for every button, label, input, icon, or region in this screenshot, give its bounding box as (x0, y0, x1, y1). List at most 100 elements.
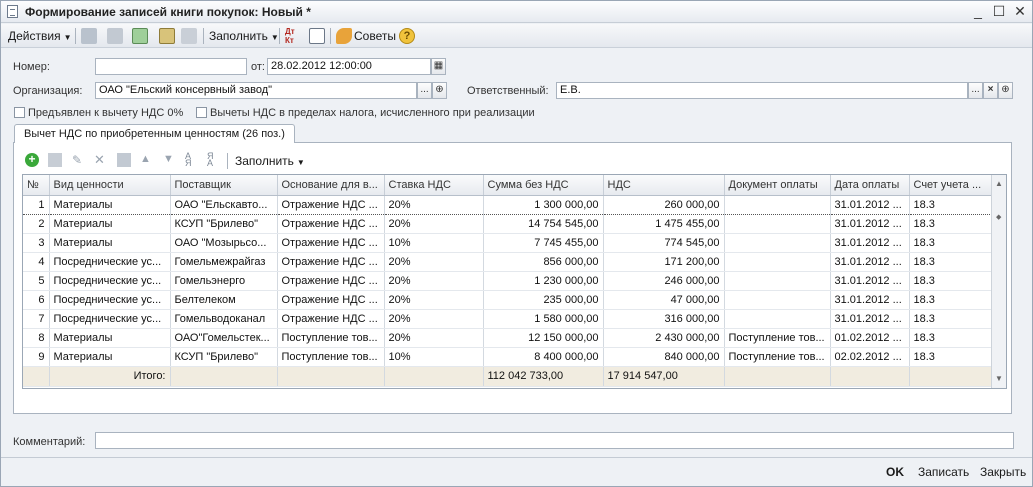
table-cell: ОАО"Гомельстек... (170, 328, 278, 348)
post-icon[interactable] (81, 28, 97, 44)
table-row[interactable]: 3 Материалы ОАО "Мозырьсо... Отражение НДС … (23, 233, 993, 253)
org-select-button[interactable]: ... (417, 82, 432, 99)
tab-vat-deduction[interactable]: Вычет НДС по приобретенным ценностям (26… (14, 124, 295, 143)
table-cell: 7 745 455,00 (483, 233, 604, 253)
tab-fill-label: Заполнить (235, 154, 294, 168)
clear-icon[interactable]: × (983, 82, 998, 99)
column-header[interactable]: № (23, 175, 50, 196)
table-row[interactable]: 9 Материалы КСУП "Брилево" Поступление тов.… (23, 347, 993, 367)
fill-label: Заполнить (209, 29, 268, 43)
table-cell: 1 (23, 194, 50, 215)
table-row[interactable]: 5 Посреднические ус... Гомельэнерго Отражен… (23, 271, 993, 291)
delete-icon[interactable]: ✕ (94, 153, 108, 167)
copy-icon[interactable] (159, 28, 175, 44)
ok-button[interactable]: OK (886, 465, 904, 479)
column-header[interactable]: Дата оплаты (830, 175, 910, 196)
vat-table[interactable]: № Вид ценности Поставщик Основание для в...… (22, 174, 1007, 389)
sort-desc-icon[interactable]: ЯА (207, 152, 221, 168)
print-icon[interactable] (181, 28, 197, 44)
column-header[interactable]: Вид ценности (49, 175, 171, 196)
toolbar-separator (203, 28, 204, 44)
table-cell: Поступление тов... (724, 328, 831, 348)
table-row[interactable]: 6 Посреднические ус... Белтелеком Отражение… (23, 290, 993, 310)
column-header[interactable]: Документ оплаты (724, 175, 831, 196)
fill-menu[interactable]: Заполнить ▼ (209, 27, 279, 45)
table-row[interactable]: 8 Материалы ОАО"Гомельстек... Поступление т… (23, 328, 993, 348)
table-row[interactable]: 1 Материалы ОАО "Ельскавто... Отражение НДС… (23, 194, 993, 215)
table-row[interactable]: 4 Посреднические ус... Гомельмежрайгаз Отра… (23, 252, 993, 272)
save-button[interactable]: Записать (918, 465, 969, 479)
table-cell: 856 000,00 (483, 252, 604, 272)
table-cell: Материалы (49, 214, 171, 234)
table-cell: 18.3 (909, 233, 993, 253)
table-row[interactable]: 7 Посреднические ус... Гомельводоканал Отра… (23, 309, 993, 329)
table-cell: 18.3 (909, 194, 993, 215)
dt-kt-icon[interactable]: Дт Кт (285, 27, 295, 45)
edit-icon[interactable]: ✎ (72, 153, 86, 167)
table-cell: 9 (23, 347, 50, 367)
table-row[interactable]: 2 Материалы КСУП "Брилево" Отражение НДС ..… (23, 214, 993, 234)
chevron-down-icon: ▼ (270, 33, 279, 42)
chevron-down-icon: ▼ (63, 33, 72, 42)
table-cell: 20% (384, 271, 484, 291)
vat-zero-checkbox[interactable] (14, 107, 25, 118)
total-cell (277, 365, 385, 387)
tips-button[interactable]: Советы (354, 27, 396, 45)
help-icon[interactable]: ? (399, 28, 415, 44)
tab-fill-menu[interactable]: Заполнить ▼ (235, 154, 305, 168)
table-cell (724, 252, 831, 272)
tips-icon[interactable] (336, 28, 352, 44)
responsible-field[interactable]: Е.В. (556, 82, 968, 99)
responsible-select-button[interactable]: ... (968, 82, 983, 99)
column-header[interactable]: Поставщик (170, 175, 278, 196)
vat-limit-checkbox[interactable] (196, 107, 207, 118)
org-field[interactable]: ОАО "Ельский консервный завод" (95, 82, 417, 99)
table-cell: 31.01.2012 ... (830, 194, 910, 215)
table-cell: 20% (384, 252, 484, 272)
scroll-down-icon[interactable]: ▼ (995, 374, 1003, 383)
calendar-icon[interactable]: ▦ (431, 58, 446, 75)
table-cell: 18.3 (909, 214, 993, 234)
refresh-icon[interactable] (132, 28, 148, 44)
responsible-open-icon[interactable]: ⊕ (998, 82, 1013, 99)
column-header[interactable]: Ставка НДС (384, 175, 484, 196)
table-cell: 10% (384, 233, 484, 253)
org-open-icon[interactable]: ⊕ (432, 82, 447, 99)
actions-menu[interactable]: Действия ▼ (8, 27, 72, 45)
table-cell: 14 754 545,00 (483, 214, 604, 234)
report-icon[interactable] (309, 28, 325, 44)
table-cell: Посреднические ус... (49, 271, 171, 291)
column-header[interactable]: Счет учета ... (909, 175, 993, 196)
bottom-divider (1, 457, 1032, 458)
total-cell (724, 365, 831, 387)
sort-asc-icon[interactable]: АЯ (185, 152, 199, 168)
date-field[interactable]: 28.02.2012 12:00:00 (267, 58, 431, 75)
tab-toolbar-separator (227, 153, 228, 169)
table-cell: 260 000,00 (603, 194, 725, 215)
table-cell (724, 290, 831, 310)
column-header[interactable]: Основание для в... (277, 175, 385, 196)
table-cell: Отражение НДС ... (277, 309, 385, 329)
unpost-icon[interactable] (107, 28, 123, 44)
table-cell (724, 233, 831, 253)
end-edit-icon[interactable] (117, 153, 131, 167)
close-window-button[interactable]: ✕ (1011, 3, 1029, 20)
comment-field[interactable] (95, 432, 1014, 449)
scroll-up-icon[interactable]: ▲ (995, 179, 1003, 188)
table-cell: Поступление тов... (277, 347, 385, 367)
minimize-button[interactable]: _ (969, 3, 987, 20)
number-field[interactable] (95, 58, 247, 75)
maximize-button[interactable]: ☐ (990, 3, 1008, 20)
close-button[interactable]: Закрыть (980, 465, 1026, 479)
column-header[interactable]: НДС (603, 175, 725, 196)
table-cell: 18.3 (909, 328, 993, 348)
column-header[interactable]: Сумма без НДС (483, 175, 604, 196)
copy-row-icon[interactable] (48, 153, 62, 167)
title-bar: Формирование записей книги покупок: Новы… (1, 1, 1032, 23)
move-up-icon[interactable]: ▲ (140, 153, 154, 167)
table-cell: 6 (23, 290, 50, 310)
add-icon[interactable]: + (25, 153, 39, 167)
move-down-icon[interactable]: ▼ (163, 153, 177, 167)
scroll-thumb-icon[interactable]: ◆ (996, 213, 1001, 221)
vertical-scrollbar[interactable]: ▲ ◆ ▼ (991, 175, 1006, 388)
